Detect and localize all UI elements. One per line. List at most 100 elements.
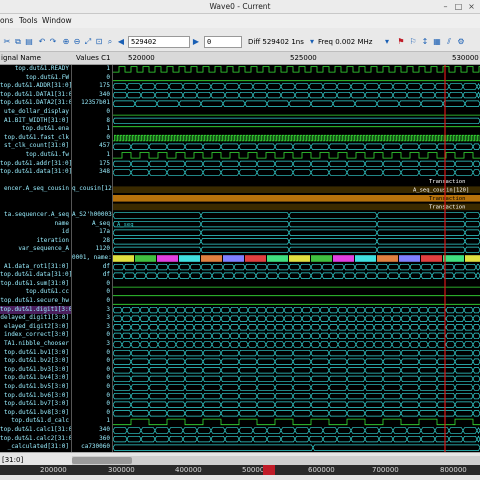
signal-name-row[interactable]: top.dut&1.bv8[3:0]: [0, 409, 71, 418]
waveform-canvas[interactable]: A_seq_cousin[120] Transaction Transaction T…: [113, 65, 480, 452]
bus-trace: [113, 143, 480, 150]
sequence-item-band: [267, 255, 288, 262]
signal-name-row[interactable]: top.dut&1.data[31:0]: [0, 168, 71, 177]
signal-name-row[interactable]: top.dut&1.bv1[3:0]: [0, 349, 71, 358]
redo-icon[interactable]: ↷: [48, 37, 58, 47]
signal-name-row[interactable]: elayed_digit2[3:0]: [0, 323, 71, 332]
diff-dropdown-icon[interactable]: ▾: [307, 37, 317, 47]
values-header[interactable]: Values C1: [76, 54, 110, 62]
signal-name-row[interactable]: TA1.nibble_chooser: [0, 340, 71, 349]
clock-trace: [113, 152, 480, 159]
signal-name-row[interactable]: encer.A_seq_cousin: [0, 185, 71, 194]
signal-value-cell: 1: [106, 65, 110, 72]
signal-name-row[interactable]: [0, 203, 71, 212]
signal-name-row[interactable]: index_correct[3:0]: [0, 331, 71, 340]
undo-icon[interactable]: ↶: [37, 37, 47, 47]
prev-edge-icon[interactable]: ◀: [116, 37, 126, 47]
scroll-thumb[interactable]: [72, 457, 132, 464]
signal-name-row[interactable]: top.dut&1.DATA2[31:0]: [0, 99, 71, 108]
signal-value-cell: 0: [106, 331, 110, 339]
signal-value-pane[interactable]: 1 0 175 340 12357b01 0 8 1 0 457 1 175 348 q_cousin[1…: [72, 65, 113, 452]
copy-icon[interactable]: ⧉: [13, 37, 23, 47]
zoom-out-icon[interactable]: ⊖: [72, 37, 82, 47]
signal-name-row[interactable]: top.dut&1.d_calc: [0, 417, 71, 426]
horizontal-scrollbar[interactable]: [72, 456, 480, 465]
maximize-icon[interactable]: □: [453, 2, 464, 12]
zoom-fit-icon[interactable]: ⤢: [83, 37, 93, 47]
bus-trace: [113, 392, 480, 400]
wave-annotation: A_seq: [117, 222, 134, 228]
time-overview[interactable]: 200000 300000 400000 500000 600000 70000…: [0, 465, 480, 475]
settings-icon[interactable]: ⚙: [456, 37, 466, 47]
signal-name-row[interactable]: top.dut&1.calc1[31:0]: [0, 426, 71, 435]
paste-icon[interactable]: ▤: [24, 37, 34, 47]
signal-name-row[interactable]: _calculated[31:0]: [0, 443, 71, 452]
close-icon[interactable]: ×: [466, 2, 477, 12]
signal-name-row[interactable]: top.dut&1.FW: [0, 74, 71, 83]
signal-name-row[interactable]: top.dut&1.cc: [0, 288, 71, 297]
minimize-icon[interactable]: –: [440, 2, 451, 12]
freq-dropdown-icon[interactable]: ▾: [382, 37, 392, 47]
cut-icon[interactable]: ✂: [2, 37, 12, 47]
signal-name-row[interactable]: A1.data_rot1[31:0]: [0, 263, 71, 272]
signal-value-cell: [72, 194, 112, 203]
signal-name-row[interactable]: top.dut&1.fw: [0, 151, 71, 160]
waveform-pane[interactable]: A_seq_cousin[120] Transaction Transaction T…: [113, 65, 480, 452]
overview-tick: 400000: [175, 466, 202, 474]
signal-value-cell: 457: [99, 142, 110, 150]
signal-name-row[interactable]: var_sequence_A: [0, 245, 71, 254]
bus-trace: [113, 169, 480, 176]
signal-name-row[interactable]: top.dut&1.ADDR[31:0]: [0, 82, 71, 91]
cursor-icon[interactable]: ↕: [420, 37, 430, 47]
signal-name-pane[interactable]: top.dut&1.READY top.dut&1.FW top.dut&1.ADD…: [0, 65, 72, 452]
transaction-band: [113, 203, 480, 211]
signal-name-row[interactable]: A1.BIT_WIDTH[31:0]: [0, 117, 71, 126]
signal-name-row[interactable]: ute_dollar_display: [0, 108, 71, 117]
grid-icon[interactable]: ▦: [432, 37, 442, 47]
signal-name-row[interactable]: top.dut&1.secure_hw: [0, 297, 71, 306]
signal-name-row[interactable]: top.dut&1.calc2[31:0]: [0, 435, 71, 444]
signal-name-row[interactable]: top.dut&1.ena: [0, 125, 71, 134]
next-edge-icon[interactable]: ▶: [191, 37, 201, 47]
bus-trace: [113, 100, 480, 107]
zoom-area-icon[interactable]: ⊡: [94, 37, 104, 47]
time-input[interactable]: [128, 36, 190, 48]
signal-name-row[interactable]: top.dut&1.bv2[3:0]: [0, 357, 71, 366]
snap-icon[interactable]: ⫽: [444, 37, 454, 47]
signal-name-row[interactable]: delayed_digit1[3:0]: [0, 314, 71, 323]
signal-name-row[interactable]: top.dut&1.READY: [0, 65, 71, 74]
zoom-in-icon[interactable]: ⊕: [61, 37, 71, 47]
signal-name-row[interactable]: name: [0, 220, 71, 229]
overview-window-marker[interactable]: [263, 465, 275, 475]
signal-value-cell: 340: [99, 425, 110, 433]
signal-name-row[interactable]: st_clk_count[31:0]: [0, 142, 71, 151]
signal-name-row[interactable]: top.dut&1.bv4[3:0]: [0, 374, 71, 383]
signal-name-row[interactable]: [0, 254, 71, 263]
signal-name-row[interactable]: id: [0, 228, 71, 237]
menu-item-window[interactable]: Window: [42, 16, 72, 25]
time-tick: 530000: [452, 54, 479, 62]
signal-name-row[interactable]: [0, 194, 71, 203]
signal-name-header[interactable]: ignal Name: [1, 54, 41, 62]
offset-input[interactable]: [204, 36, 242, 48]
signal-name-row[interactable]: top.dut&1.bv7[3:0]: [0, 400, 71, 409]
signal-name-row[interactable]: top.dut&1.digit1[3:0]: [0, 305, 71, 315]
signal-name-row[interactable]: top.dut&1.addr[31:0]: [0, 160, 71, 169]
signal-name-row[interactable]: ta.sequencer.A_seq: [0, 211, 71, 220]
menu-item-options[interactable]: ons: [0, 16, 13, 25]
signal-name-row[interactable]: top.dut&1.data[31:0]: [0, 271, 71, 280]
signal-name-row[interactable]: top.dut&1.fast_clk: [0, 134, 71, 143]
signal-name-row[interactable]: top.dut&1.DATA1[31:0]: [0, 91, 71, 100]
signal-name-row[interactable]: top.dut&1.sum[31:0]: [0, 280, 71, 289]
signal-name-row[interactable]: top.dut&1.bv6[3:0]: [0, 392, 71, 401]
signal-name-row[interactable]: top.dut&1.bv3[3:0]: [0, 366, 71, 375]
search-icon[interactable]: ⌕: [105, 37, 115, 47]
signal-name-row[interactable]: top.dut&1.bv5[3:0]: [0, 383, 71, 392]
clock-trace: [113, 134, 480, 142]
signal-name-row[interactable]: iteration: [0, 237, 71, 246]
bookmark-icon[interactable]: ⚐: [408, 37, 418, 47]
marker-flag-icon[interactable]: ⚑: [396, 37, 406, 47]
menu-item-tools[interactable]: Tools: [19, 16, 37, 25]
signal-name-row[interactable]: [0, 177, 71, 186]
sequence-item-band: [399, 255, 420, 262]
